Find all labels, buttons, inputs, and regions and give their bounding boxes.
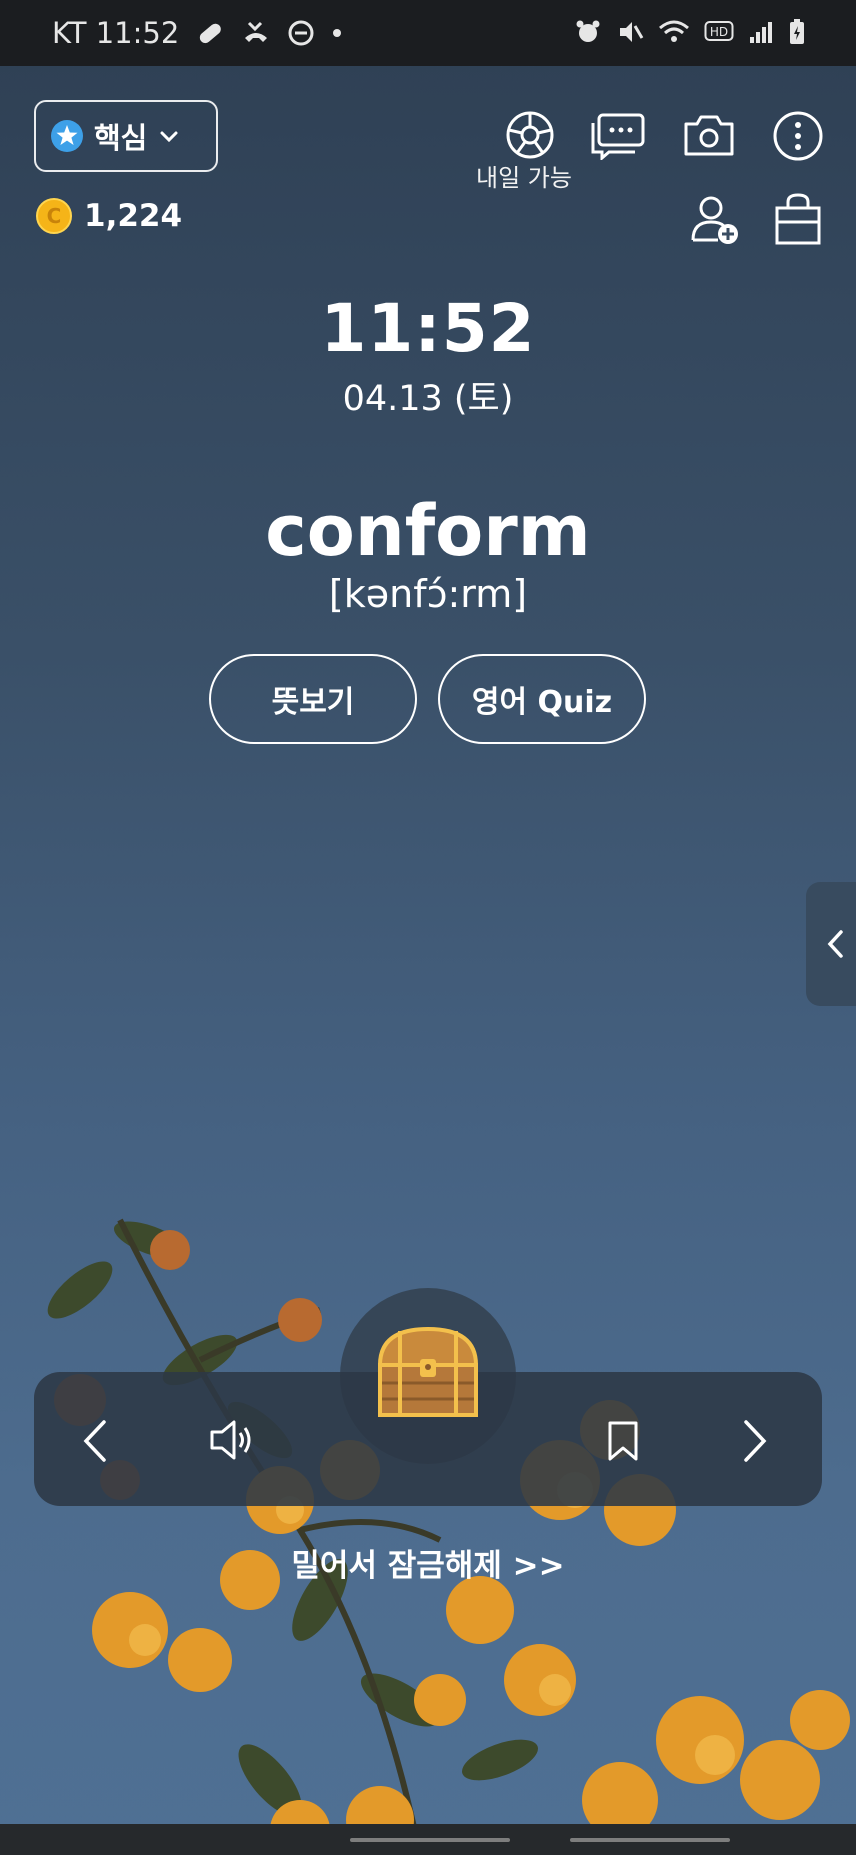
hd-icon: HD bbox=[704, 21, 734, 41]
spin-wheel-icon[interactable] bbox=[505, 110, 555, 160]
pill-icon bbox=[200, 23, 222, 44]
svg-text:HD: HD bbox=[710, 25, 728, 39]
coin-balance: C 1,224 bbox=[36, 198, 182, 234]
deck-selector[interactable]: 핵심 bbox=[34, 100, 218, 172]
dot-icon bbox=[333, 29, 342, 37]
status-bar: KT 11:52 HD bbox=[0, 0, 856, 66]
side-panel-handle[interactable] bbox=[806, 882, 856, 1006]
more-menu-icon[interactable] bbox=[772, 110, 824, 162]
mute-icon bbox=[620, 22, 644, 42]
speaker-icon[interactable] bbox=[208, 1418, 258, 1462]
coin-icon: C bbox=[36, 198, 72, 234]
battery-icon bbox=[790, 19, 804, 44]
signal-icon bbox=[750, 22, 772, 43]
vocab-word: conform bbox=[265, 490, 591, 572]
vocab-pronunciation: [kənfɔ́:rm] bbox=[328, 572, 528, 616]
bookmark-icon[interactable] bbox=[606, 1420, 640, 1462]
english-quiz-button[interactable]: 영어 Quiz bbox=[438, 654, 646, 744]
add-friend-icon[interactable] bbox=[690, 194, 740, 246]
wifi-icon bbox=[659, 20, 689, 42]
chevron-down-icon bbox=[160, 131, 178, 143]
camera-icon[interactable] bbox=[683, 112, 735, 158]
deck-label: 핵심 bbox=[94, 121, 148, 155]
carrier-time: KT 11:52 bbox=[52, 16, 180, 50]
clock-date: 04.13 (토) bbox=[342, 379, 514, 419]
previous-word-icon[interactable] bbox=[80, 1418, 110, 1464]
alarm-icon bbox=[576, 20, 600, 42]
treasure-chest-icon[interactable] bbox=[370, 1325, 486, 1421]
gesture-hint-bar bbox=[570, 1838, 730, 1842]
dnd-icon bbox=[288, 20, 314, 46]
home-gesture-bar[interactable] bbox=[350, 1838, 510, 1842]
slide-to-unlock[interactable]: 밀어서 잠금해제 >> bbox=[0, 1540, 856, 1585]
clock-time: 11:52 bbox=[320, 290, 536, 367]
shop-bag-icon[interactable] bbox=[774, 192, 822, 246]
background-flowers-image bbox=[47, 1218, 850, 1855]
star-badge-icon bbox=[51, 120, 83, 152]
chat-icon[interactable] bbox=[590, 112, 646, 160]
coin-value: 1,224 bbox=[84, 198, 183, 234]
spin-available-label: 내일 가능 bbox=[476, 164, 572, 192]
next-word-icon[interactable] bbox=[740, 1418, 770, 1464]
show-meaning-button[interactable]: 뜻보기 bbox=[209, 654, 417, 744]
chevron-left-icon bbox=[827, 930, 843, 958]
missed-call-icon bbox=[245, 21, 268, 42]
